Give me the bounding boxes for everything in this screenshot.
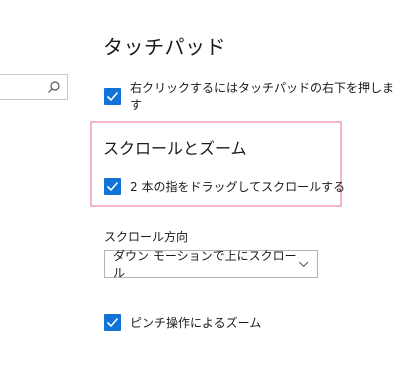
pinch-zoom-checkbox[interactable] — [104, 314, 121, 331]
two-finger-scroll-label: 2 本の指をドラッグしてスクロールする — [130, 180, 346, 194]
pinch-zoom-label: ピンチ操作によるズーム — [130, 316, 262, 330]
checkmark-icon — [106, 181, 119, 192]
two-finger-scroll-checkbox[interactable] — [104, 178, 121, 195]
scroll-direction-label: スクロール方向 — [104, 230, 189, 244]
search-icon — [48, 81, 60, 93]
chevron-down-icon — [298, 261, 308, 268]
right-click-checkbox[interactable] — [104, 87, 121, 105]
two-finger-scroll-row[interactable]: 2 本の指をドラッグしてスクロールする — [104, 178, 345, 195]
right-click-label: 右クリックするにはタッチパッドの右下を押します — [130, 81, 395, 112]
page-title: タッチパッド — [103, 35, 226, 59]
pinch-zoom-row[interactable]: ピンチ操作によるズーム — [104, 314, 261, 331]
scroll-direction-value: ダウン モーションで上にスクロール — [113, 249, 297, 280]
right-click-checkbox-row[interactable]: 右クリックするにはタッチパッドの右下を押します — [104, 79, 399, 113]
checkmark-icon — [106, 317, 119, 328]
scroll-zoom-heading: スクロールとズーム — [103, 139, 247, 158]
search-input[interactable] — [0, 74, 68, 100]
scroll-direction-dropdown[interactable]: ダウン モーションで上にスクロール — [104, 249, 318, 280]
checkmark-icon — [106, 91, 119, 101]
